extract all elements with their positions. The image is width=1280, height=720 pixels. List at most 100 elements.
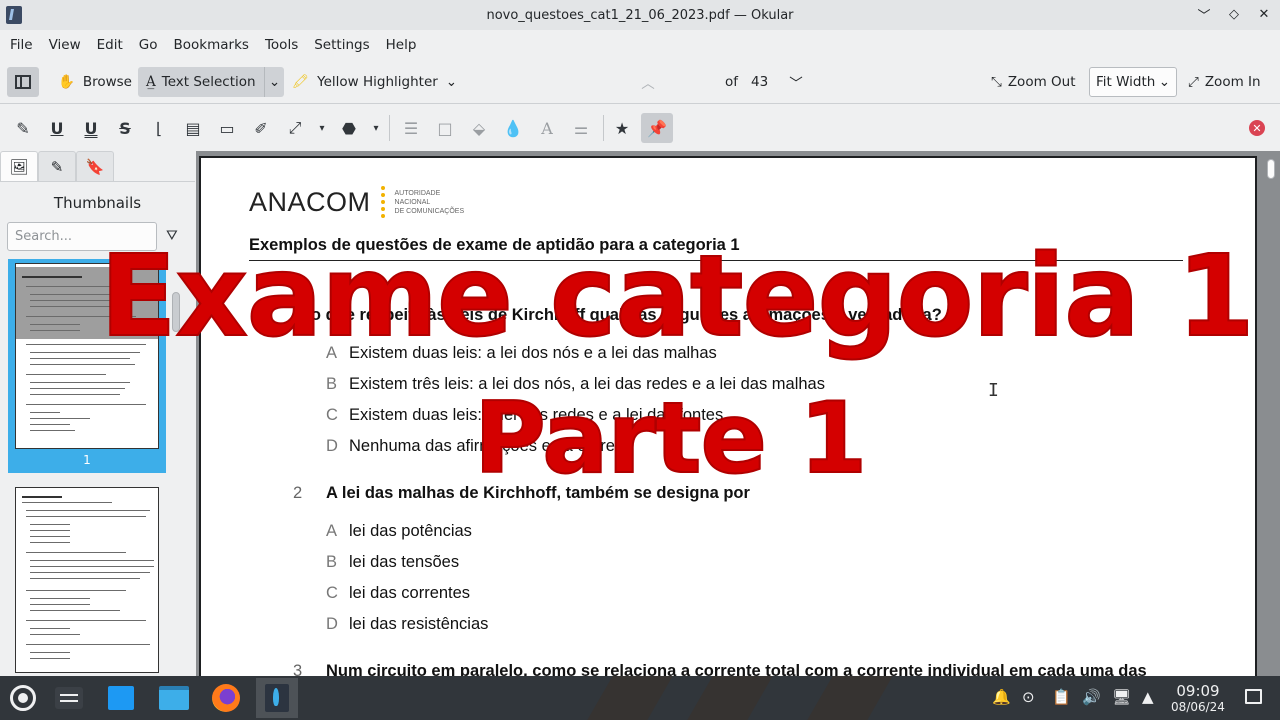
annotation-toolbar: ✎ U U S ⌊ ▤ ▭ ✐ ⤢ ▾ ⬣ ▾ ☰ □ ⬙ 💧 A ⚌ ★ 📌 …	[0, 105, 1280, 151]
menu-bar: File View Edit Go Bookmarks Tools Settin…	[0, 30, 1280, 60]
tab-bookmarks[interactable]: 🔖	[76, 151, 114, 181]
wallpaper-stripe	[687, 676, 773, 720]
menu-file[interactable]: File	[2, 37, 41, 53]
logo-subtitle: Autoridade Nacional de Comunicações	[394, 189, 465, 215]
option-letter: D	[326, 615, 338, 633]
opacity-icon[interactable]: 💧	[500, 114, 526, 142]
question-2-number: 2	[293, 484, 303, 502]
chevron-up-icon: ︿	[641, 76, 655, 92]
option-letter: A	[326, 522, 338, 540]
chevron-down-icon[interactable]: ⌄	[264, 67, 284, 97]
zoom-out-label: Zoom Out	[1007, 74, 1076, 90]
sidebar: 🖼 ✎ 🔖 Thumbnails Search... ⛛ 1	[0, 151, 195, 676]
zoom-out-icon: ⤡	[991, 74, 1002, 90]
tray-expand-icon[interactable]: ▲	[1142, 688, 1154, 706]
chevron-down-icon: ﹀	[789, 76, 803, 92]
discover-task[interactable]	[100, 678, 142, 718]
option-text: lei das tensões	[349, 553, 460, 571]
quick-annotations-star-icon[interactable]: ★	[609, 114, 635, 142]
underline-icon[interactable]: U	[44, 114, 70, 142]
main-toolbar: ✋ Browse A̲ Text Selection ⌄ 🖍 Yellow Hi…	[0, 60, 1280, 157]
okular-icon	[265, 684, 289, 712]
font-icon[interactable]: A	[534, 114, 560, 142]
highlighter-icon[interactable]: ✎	[10, 114, 36, 142]
menu-help[interactable]: Help	[378, 37, 425, 53]
menu-view[interactable]: View	[41, 37, 89, 53]
show-desktop-button[interactable]	[1245, 689, 1262, 704]
menu-go[interactable]: Go	[131, 37, 166, 53]
yellow-highlighter-button[interactable]: 🖍 Yellow Highlighter ⌄	[292, 67, 462, 97]
volume-icon[interactable]: 🔊	[1082, 688, 1101, 706]
menu-edit[interactable]: Edit	[89, 37, 131, 53]
firefox-task[interactable]	[205, 678, 247, 718]
app-launcher-button[interactable]	[2, 678, 44, 718]
option-letter: B	[326, 553, 338, 571]
minimize-button[interactable]: ﹀	[1196, 5, 1212, 24]
popup-note-icon[interactable]: ▭	[214, 114, 240, 142]
chevron-down-icon: ⌄	[1158, 74, 1170, 90]
zoom-mode-select[interactable]: Fit Width ⌄	[1089, 67, 1177, 97]
sidebar-tabs: 🖼 ✎ 🔖	[0, 151, 114, 181]
freehand-line-icon[interactable]: ✐	[248, 114, 274, 142]
update-icon[interactable]: ⊙	[1022, 688, 1035, 706]
highlighter-icon: 🖍	[292, 74, 310, 90]
discover-store-icon	[108, 686, 134, 710]
okular-task[interactable]	[256, 678, 298, 718]
taskbar: 🔔 ⊙ 📋 🔊 🖥 ▲ 09:09 08/06/24	[0, 676, 1280, 720]
previous-page-button[interactable]: ︿	[636, 67, 660, 97]
line-width-icon[interactable]: ☰	[398, 114, 424, 142]
browse-tool-button[interactable]: ✋ Browse	[52, 67, 132, 97]
option-text: lei das potências	[349, 522, 472, 540]
fill-color-icon[interactable]: ⬙	[466, 114, 492, 142]
close-button[interactable]: ✕	[1256, 5, 1272, 23]
zoom-out-button[interactable]: ⤡ Zoom Out	[991, 67, 1083, 97]
question-3-text: Num circuito em paralelo, como se relaci…	[326, 662, 1147, 676]
menu-settings[interactable]: Settings	[306, 37, 377, 53]
arrow-icon[interactable]: ⤢	[282, 114, 308, 142]
next-page-button[interactable]: ﹀	[784, 67, 808, 97]
close-annotation-toolbar-button[interactable]: ✕	[1249, 120, 1265, 136]
clock-time[interactable]: 09:09	[1172, 682, 1224, 700]
typewriter-icon[interactable]: ⌊	[146, 114, 172, 142]
system-settings-task[interactable]	[48, 678, 90, 718]
chevron-down-icon[interactable]: ▾	[370, 114, 382, 142]
border-icon[interactable]: □	[432, 114, 458, 142]
pin-icon[interactable]: 📌	[641, 113, 673, 143]
dolphin-file-manager-icon	[159, 686, 189, 710]
chevron-down-icon[interactable]: ▾	[316, 114, 328, 142]
inline-note-icon[interactable]: ▤	[180, 114, 206, 142]
zoom-in-button[interactable]: ⤢ Zoom In	[1188, 67, 1270, 97]
document-scrollbar[interactable]	[1267, 159, 1275, 179]
text-selection-tool-button[interactable]: A̲ Text Selection ⌄	[138, 67, 284, 97]
okular-app-icon	[6, 6, 22, 24]
bookmark-icon: 🔖	[85, 157, 105, 176]
sidebar-toggle-button[interactable]	[7, 67, 39, 97]
notifications-icon[interactable]: 🔔	[992, 688, 1011, 706]
tab-thumbnails[interactable]: 🖼	[0, 151, 38, 181]
toolbar-separator	[389, 115, 390, 141]
logo-dots	[380, 186, 385, 218]
zoom-in-icon: ⤢	[1188, 74, 1199, 90]
clipboard-icon[interactable]: 📋	[1052, 688, 1071, 706]
strikeout-icon[interactable]: S	[112, 114, 138, 142]
tab-annotations[interactable]: ✎	[38, 151, 76, 181]
chevron-down-icon[interactable]: ⌄	[446, 74, 457, 90]
double-underline-icon[interactable]: U	[78, 114, 104, 142]
window-title: novo_questoes_cat1_21_06_2023.pdf — Okul…	[486, 7, 794, 23]
network-icon[interactable]: 🖥	[1112, 688, 1131, 706]
menu-bookmarks[interactable]: Bookmarks	[166, 37, 257, 53]
logo-wordmark: ANACOM	[249, 186, 371, 217]
stamp-icon[interactable]: ⬣	[336, 114, 362, 142]
maximize-button[interactable]: ◇	[1226, 5, 1242, 23]
wallpaper-stripe	[807, 676, 893, 720]
option-letter: D	[326, 437, 338, 455]
zoom-mode-value: Fit Width	[1096, 74, 1156, 90]
clock-date[interactable]: 08/06/24	[1166, 700, 1230, 714]
thumbnail-page-2[interactable]	[15, 487, 159, 673]
settings-sliders-icon[interactable]: ⚌	[568, 114, 594, 142]
pen-icon: ✎	[50, 157, 64, 176]
option-text: lei das resistências	[349, 615, 489, 633]
menu-tools[interactable]: Tools	[257, 37, 306, 53]
window-titlebar[interactable]: novo_questoes_cat1_21_06_2023.pdf — Okul…	[0, 0, 1280, 30]
dolphin-task[interactable]	[153, 678, 195, 718]
